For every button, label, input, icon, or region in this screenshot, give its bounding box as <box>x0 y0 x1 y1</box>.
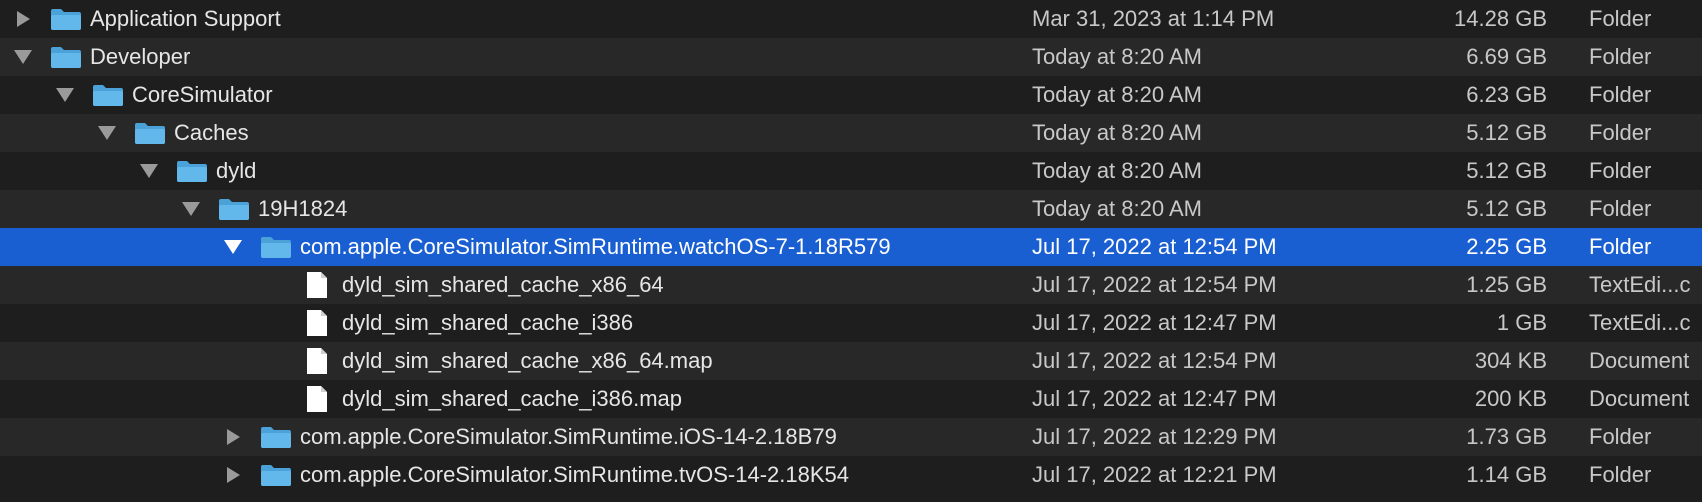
disclosure-triangle-expanded-icon[interactable] <box>54 76 76 114</box>
item-size: 1.14 GB <box>1466 462 1547 487</box>
date-modified: Jul 17, 2022 at 12:47 PM <box>1032 386 1277 411</box>
list-row-cache-i386-map[interactable]: dyld_sim_shared_cache_i386.map Jul 17, 2… <box>0 380 1702 418</box>
document-icon <box>306 380 328 418</box>
folder-icon <box>218 190 250 228</box>
folder-icon <box>260 228 292 266</box>
item-size: 5.12 GB <box>1466 196 1547 221</box>
list-row-dyld[interactable]: dyld Today at 8:20 AM 5.12 GB Folder <box>0 152 1702 190</box>
item-kind: Folder <box>1589 196 1652 221</box>
item-kind: Document <box>1589 386 1690 411</box>
item-size: 1.25 GB <box>1466 272 1547 297</box>
item-name: Developer <box>90 44 191 69</box>
folder-icon <box>50 38 82 76</box>
date-modified: Mar 31, 2023 at 1:14 PM <box>1032 6 1275 31</box>
item-size: 1 GB <box>1496 310 1547 335</box>
list-row-ios-runtime[interactable]: com.apple.CoreSimulator.SimRuntime.iOS-1… <box>0 418 1702 456</box>
item-kind: Folder <box>1589 120 1652 145</box>
list-row-cache-i386[interactable]: dyld_sim_shared_cache_i386 Jul 17, 2022 … <box>0 304 1702 342</box>
folder-icon <box>260 418 292 456</box>
document-icon <box>306 266 328 304</box>
date-modified: Jul 17, 2022 at 12:21 PM <box>1032 462 1277 487</box>
date-modified: Today at 8:20 AM <box>1032 120 1202 145</box>
date-modified: Jul 17, 2022 at 12:54 PM <box>1032 234 1277 259</box>
date-modified: Jul 17, 2022 at 12:47 PM <box>1032 310 1277 335</box>
item-kind: Folder <box>1589 6 1652 31</box>
date-modified: Jul 17, 2022 at 12:54 PM <box>1032 348 1277 373</box>
item-size: 6.69 GB <box>1466 44 1547 69</box>
folder-icon <box>260 456 292 494</box>
list-row-developer[interactable]: Developer Today at 8:20 AM 6.69 GB Folde… <box>0 38 1702 76</box>
list-row-application-support[interactable]: Application Support Mar 31, 2023 at 1:14… <box>0 0 1702 38</box>
item-name: CoreSimulator <box>132 82 273 107</box>
item-kind: TextEdi...c <box>1589 310 1691 335</box>
date-modified: Today at 8:20 AM <box>1032 82 1202 107</box>
disclosure-triangle-expanded-icon[interactable] <box>138 152 160 190</box>
item-name: Caches <box>174 120 249 145</box>
folder-icon <box>50 0 82 38</box>
disclosure-triangle-collapsed-icon[interactable] <box>12 0 34 38</box>
list-row-cache-x86-64[interactable]: dyld_sim_shared_cache_x86_64 Jul 17, 202… <box>0 266 1702 304</box>
folder-icon <box>176 152 208 190</box>
item-size: 5.12 GB <box>1466 158 1547 183</box>
item-name: dyld_sim_shared_cache_i386 <box>342 310 634 335</box>
item-kind: Folder <box>1589 44 1652 69</box>
item-name: dyld_sim_shared_cache_i386.map <box>342 386 682 411</box>
item-size: 2.25 GB <box>1466 234 1547 259</box>
item-name: dyld_sim_shared_cache_x86_64.map <box>342 348 713 373</box>
disclosure-triangle-expanded-icon[interactable] <box>180 190 202 228</box>
item-size: 14.28 GB <box>1454 6 1547 31</box>
date-modified: Today at 8:20 AM <box>1032 44 1202 69</box>
folder-icon <box>92 76 124 114</box>
item-kind: Folder <box>1589 158 1652 183</box>
document-icon <box>306 304 328 342</box>
list-row-watchos-runtime[interactable]: com.apple.CoreSimulator.SimRuntime.watch… <box>0 228 1702 266</box>
item-size: 304 KB <box>1474 348 1547 373</box>
item-kind: TextEdi...c <box>1589 272 1691 297</box>
list-row-coresimulator[interactable]: CoreSimulator Today at 8:20 AM 6.23 GB F… <box>0 76 1702 114</box>
disclosure-triangle-expanded-icon[interactable] <box>96 114 118 152</box>
disclosure-triangle-expanded-icon[interactable] <box>222 228 244 266</box>
list-row-caches[interactable]: Caches Today at 8:20 AM 5.12 GB Folder <box>0 114 1702 152</box>
item-size: 200 KB <box>1474 386 1547 411</box>
disclosure-triangle-collapsed-icon[interactable] <box>222 456 244 494</box>
item-name: com.apple.CoreSimulator.SimRuntime.watch… <box>300 234 891 259</box>
list-row-cache-x86-64-map[interactable]: dyld_sim_shared_cache_x86_64.map Jul 17,… <box>0 342 1702 380</box>
item-kind: Folder <box>1589 82 1652 107</box>
folder-icon <box>134 114 166 152</box>
disclosure-triangle-collapsed-icon[interactable] <box>222 418 244 456</box>
item-kind: Folder <box>1589 424 1652 449</box>
item-name: dyld_sim_shared_cache_x86_64 <box>342 272 664 297</box>
item-name: Application Support <box>90 6 281 31</box>
item-size: 6.23 GB <box>1466 82 1547 107</box>
date-modified: Today at 8:20 AM <box>1032 158 1202 183</box>
item-name: dyld <box>216 158 257 183</box>
item-size: 5.12 GB <box>1466 120 1547 145</box>
item-name: 19H1824 <box>258 196 348 221</box>
date-modified: Today at 8:20 AM <box>1032 196 1202 221</box>
item-kind: Folder <box>1589 234 1652 259</box>
list-row-tvos-runtime[interactable]: com.apple.CoreSimulator.SimRuntime.tvOS-… <box>0 456 1702 494</box>
item-size: 1.73 GB <box>1466 424 1547 449</box>
item-name: com.apple.CoreSimulator.SimRuntime.iOS-1… <box>300 424 837 449</box>
file-list: Application Support Mar 31, 2023 at 1:14… <box>0 0 1702 502</box>
date-modified: Jul 17, 2022 at 12:54 PM <box>1032 272 1277 297</box>
document-icon <box>306 342 328 380</box>
date-modified: Jul 17, 2022 at 12:29 PM <box>1032 424 1277 449</box>
item-kind: Folder <box>1589 462 1652 487</box>
disclosure-triangle-expanded-icon[interactable] <box>12 38 34 76</box>
item-name: com.apple.CoreSimulator.SimRuntime.tvOS-… <box>300 462 850 487</box>
list-row-19h1824[interactable]: 19H1824 Today at 8:20 AM 5.12 GB Folder <box>0 190 1702 228</box>
item-kind: Document <box>1589 348 1690 373</box>
